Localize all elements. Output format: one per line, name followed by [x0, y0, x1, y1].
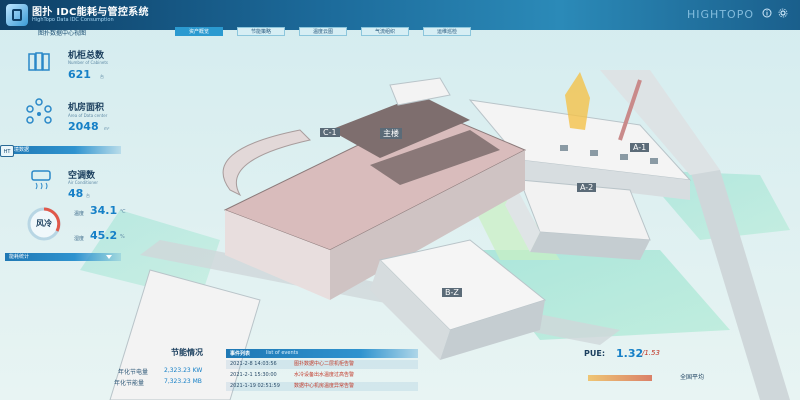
event-time: 2021-1-19 02:51:59 [230, 383, 280, 389]
app-subtitle: HighTopo Data IDC Consumption [32, 17, 114, 23]
building-label-main[interactable]: 主楼 [380, 128, 402, 139]
events-title: 事件列表 [230, 351, 251, 357]
event-time: 2021-2-8 14:03:56 [230, 361, 277, 367]
event-desc: 水冷设备出水温度过高告警 [294, 372, 355, 378]
app-logo-icon [6, 4, 28, 26]
left-panel: 机柜总数 Number of Cabinets 621 台 机房面积 Area … [0, 38, 128, 400]
area-label: 机房面积 [68, 103, 105, 113]
humidity-unit: % [120, 234, 125, 240]
tab-energy-strategy[interactable]: 节能策略 [237, 27, 285, 36]
pue-target: /1.53 [642, 349, 660, 357]
env-section-header: 环境数据 [5, 146, 121, 154]
app-title: 图扑 IDC能耗与管控系统 [32, 7, 149, 18]
app-header: 图扑 IDC能耗与管控系统 HighTopo Data IDC Consumpt… [0, 0, 800, 30]
area-value: 2048 [68, 120, 99, 133]
area-unit: m² [104, 126, 110, 131]
event-row[interactable]: 2021-2-8 14:03:56 图扑数据中心二层机柜告警 [226, 360, 418, 369]
national-average-label: 全国平均 [680, 374, 705, 381]
info-icon[interactable] [762, 8, 772, 18]
event-time: 2021-2-1 15:30:00 [230, 372, 277, 378]
main-nav: 资产概览 节能策略 温度云图 气流组织 运维巡检 [175, 27, 471, 37]
ac-en-label: Air Conditioner [68, 180, 98, 185]
cooling-badge: 风冷 [36, 219, 52, 228]
events-title-en: list of events [266, 350, 299, 356]
humidity-value: 45.2 [90, 229, 118, 242]
temp-unit: ℃ [120, 209, 126, 215]
view-title: 图扑数据中心视图 [38, 30, 87, 37]
events-panel: 事件列表 list of events 2021-2-8 14:03:56 图扑… [226, 349, 418, 400]
cabinet-icon [28, 52, 50, 71]
energy-title: 节能情况 [171, 348, 203, 357]
cabinets-value: 621 [68, 68, 91, 81]
air-conditioner-icon [31, 170, 51, 190]
event-desc: 数据中心机房温度异常告警 [294, 383, 355, 389]
event-row[interactable]: 2021-1-19 02:51:59 数据中心机房温度异常告警 [226, 382, 418, 391]
tab-assets[interactable]: 资产概览 [175, 27, 223, 36]
area-network-icon [26, 98, 52, 124]
tab-airflow[interactable]: 气流组织 [361, 27, 409, 36]
event-row[interactable]: 2021-2-1 15:30:00 水冷设备出水温度过高告警 [226, 371, 418, 380]
events-header: 事件列表 list of events [226, 349, 418, 358]
ac-value: 48 [68, 187, 84, 200]
energy-row-value: 2,323.23 KW [164, 367, 203, 374]
humidity-label: 湿度 [74, 236, 85, 242]
building-label-bz[interactable]: B-Z [442, 288, 462, 297]
cabinets-en-label: Number of Cabinets [68, 60, 109, 65]
cabinets-unit: 台 [100, 74, 104, 79]
temp-value: 34.1 [90, 204, 118, 217]
brand-logo: HIGHTOPO [687, 8, 754, 21]
pue-value: 1.32 [616, 347, 644, 360]
pue-indicator: PUE: 1.32 /1.53 [584, 347, 684, 367]
building-label-a2[interactable]: A-2 [577, 183, 597, 192]
ac-unit: 台 [86, 193, 90, 198]
area-en-label: Area of Data center [68, 113, 108, 118]
chevron-down-icon[interactable] [106, 255, 112, 259]
tab-temperature-map[interactable]: 温度云图 [299, 27, 347, 36]
pue-label: PUE: [584, 349, 606, 358]
energy-row-label: 年化节电量 [118, 369, 149, 376]
energy-section-header: 能耗统计 [5, 253, 121, 261]
pue-gradient-bar [588, 375, 652, 381]
ht-side-tab[interactable]: HT [0, 145, 14, 157]
temp-label: 温度 [74, 211, 85, 217]
settings-icon[interactable] [778, 8, 788, 18]
building-label-c1[interactable]: C-1 [320, 128, 340, 137]
tab-inspection[interactable]: 运维巡检 [423, 27, 471, 36]
energy-row-value: 7,323.23 MB [164, 378, 202, 385]
building-label-a1[interactable]: A-1 [630, 143, 650, 152]
event-desc: 图扑数据中心二层机柜告警 [294, 361, 355, 367]
energy-row-label: 年化节能量 [114, 380, 145, 387]
